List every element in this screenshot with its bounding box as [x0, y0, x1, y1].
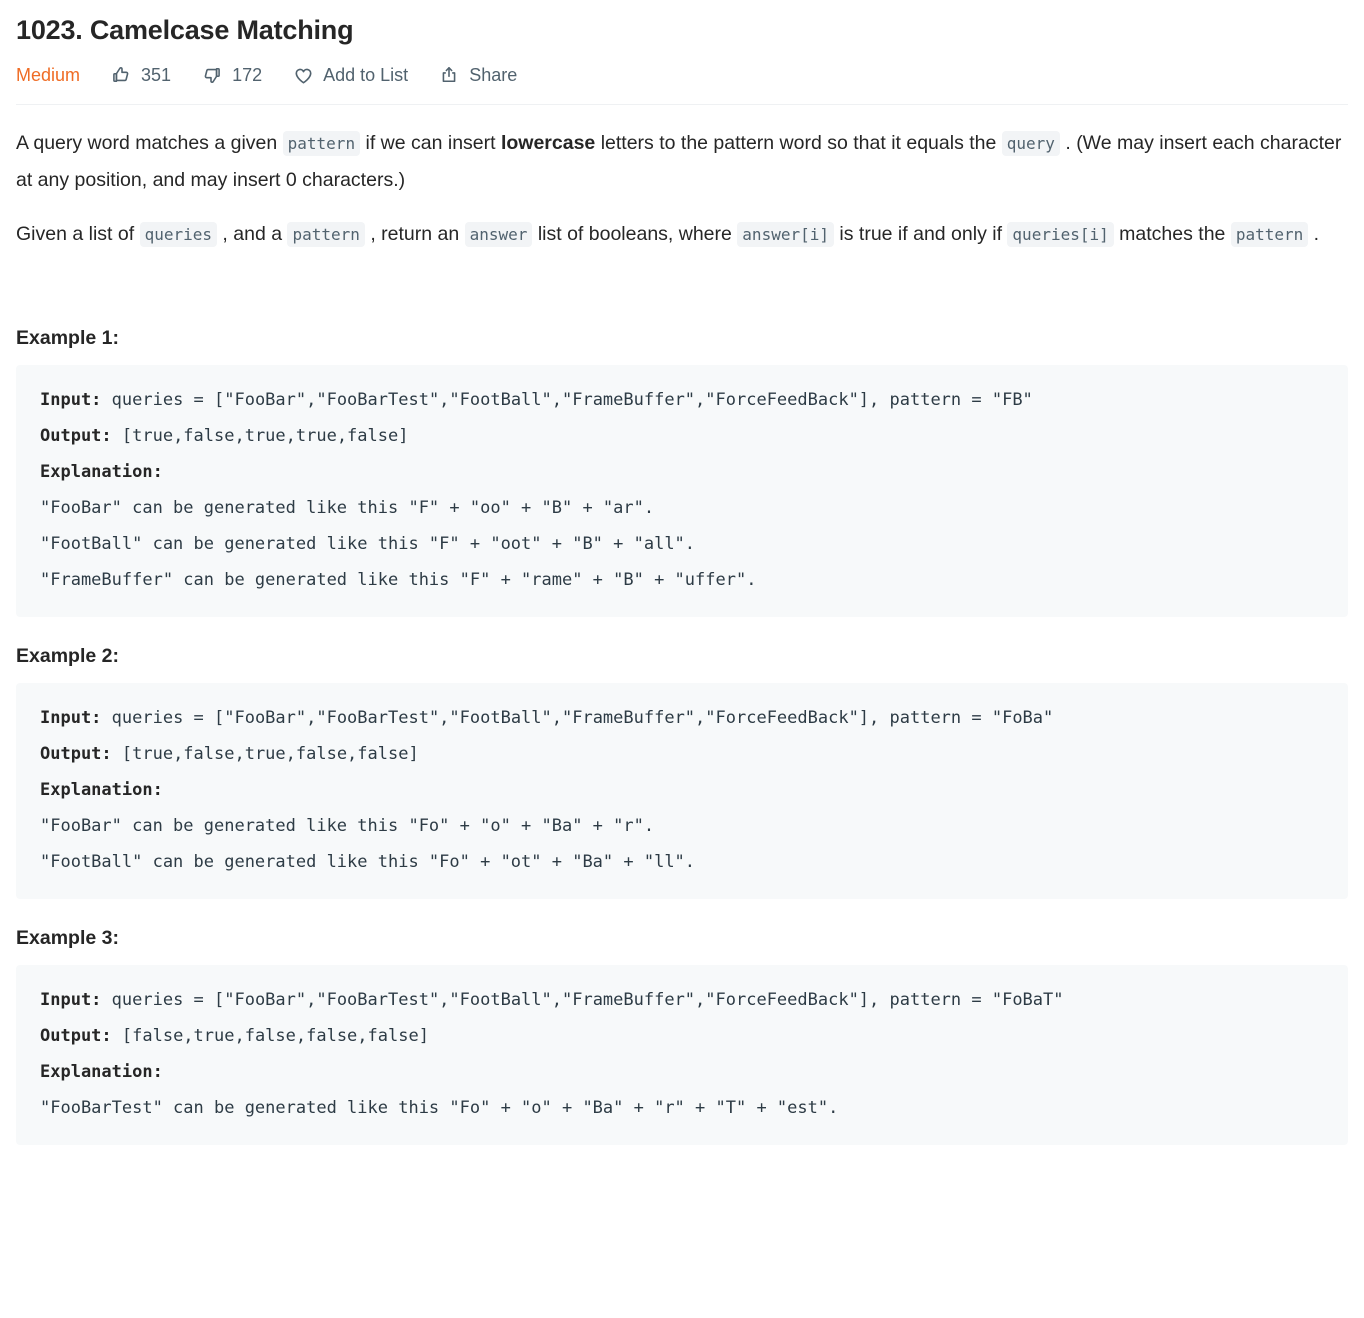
dislike-button[interactable]: 172	[201, 64, 262, 86]
like-count: 351	[141, 65, 172, 85]
desc-p1-bold-lowercase: lowercase	[500, 132, 596, 154]
share-button[interactable]: Share	[438, 64, 517, 86]
inline-code-queries: queries	[139, 222, 217, 247]
input-label: Input:	[40, 390, 102, 410]
explanation-label: Explanation:	[40, 780, 163, 800]
input-value: queries = ["FooBar","FooBarTest","FootBa…	[101, 390, 1033, 410]
example-heading: Example 1:	[16, 327, 119, 349]
output-value: [true,false,true,false,false]	[111, 744, 419, 764]
inline-code-pattern: pattern	[282, 131, 361, 156]
problem-meta-toolbar: Medium 351 172 Add to List Share	[16, 52, 1348, 98]
inline-code-answer: answer	[464, 222, 533, 247]
description-paragraph-1: A query word matches a given pattern if …	[16, 125, 1348, 198]
output-label: Output:	[40, 426, 112, 446]
example-code-block: Input: queries = ["FooBar","FooBarTest",…	[16, 683, 1348, 899]
add-to-list-label: Add to List	[323, 65, 409, 85]
explanation-line: "FrameBuffer" can be generated like this…	[40, 570, 757, 590]
inline-code-query: query	[1001, 131, 1060, 156]
inline-code-pattern-2: pattern	[287, 222, 365, 247]
explanation-line: "FooBar" can be generated like this "Fo"…	[40, 816, 655, 836]
inline-code-answer-i: answer[i]	[737, 222, 834, 247]
input-label: Input:	[40, 708, 102, 728]
desc-p2-text-4: list of booleans, where	[532, 223, 738, 245]
desc-p2-text-7: .	[1308, 223, 1320, 245]
explanation-label: Explanation:	[40, 1062, 163, 1082]
example-heading: Example 2:	[16, 645, 119, 667]
examples-spacer	[16, 253, 1348, 325]
thumbs-down-icon	[201, 64, 223, 86]
inline-code-queries-i: queries[i]	[1007, 222, 1114, 247]
dislike-count: 172	[232, 65, 263, 85]
example-code-block: Input: queries = ["FooBar","FooBarTest",…	[16, 365, 1348, 617]
heart-icon	[292, 64, 314, 86]
explanation-line: "FooBar" can be generated like this "F" …	[40, 498, 655, 518]
example-code-block: Input: queries = ["FooBar","FooBarTest",…	[16, 965, 1348, 1145]
difficulty-badge: Medium	[16, 65, 81, 85]
output-label: Output:	[40, 1026, 112, 1046]
share-icon	[438, 64, 460, 86]
explanation-line: "FootBall" can be generated like this "F…	[40, 852, 696, 872]
add-to-list-button[interactable]: Add to List	[292, 64, 408, 86]
desc-p1-text-2: if we can insert	[360, 132, 501, 154]
problem-content: A query word matches a given pattern if …	[16, 105, 1348, 1145]
input-value: queries = ["FooBar","FooBarTest","FootBa…	[101, 708, 1054, 728]
desc-p2-text-5: is true if and only if	[834, 223, 1008, 245]
page-title: 1023. Camelcase Matching	[16, 15, 354, 45]
share-label: Share	[469, 65, 518, 85]
explanation-line: "FooBarTest" can be generated like this …	[40, 1098, 839, 1118]
output-value: [false,true,false,false,false]	[111, 1026, 429, 1046]
output-label: Output:	[40, 744, 112, 764]
input-value: queries = ["FooBar","FooBarTest","FootBa…	[101, 990, 1064, 1010]
output-value: [true,false,true,true,false]	[111, 426, 409, 446]
input-label: Input:	[40, 990, 102, 1010]
like-button[interactable]: 351	[110, 64, 171, 86]
desc-p1-text-3: letters to the pattern word so that it e…	[595, 132, 1002, 154]
explanation-label: Explanation:	[40, 462, 163, 482]
description-paragraph-2: Given a list of queries , and a pattern …	[16, 216, 1348, 253]
desc-p1-text-1: A query word matches a given	[16, 132, 283, 154]
desc-p2-text-3: , return an	[364, 223, 465, 245]
desc-p2-text-1: Given a list of	[16, 223, 140, 245]
inline-code-pattern-3: pattern	[1230, 222, 1309, 247]
desc-p2-text-2: , and a	[217, 223, 288, 245]
thumbs-up-icon	[110, 64, 132, 86]
explanation-line: "FootBall" can be generated like this "F…	[40, 534, 696, 554]
example-heading: Example 3:	[16, 927, 119, 949]
examples-list: Example 1: Input: queries = ["FooBar","F…	[16, 325, 1348, 1145]
problem-description-page: 1023. Camelcase Matching Medium 351 172	[0, 0, 1364, 1145]
desc-p2-text-6: matches the	[1113, 223, 1231, 245]
